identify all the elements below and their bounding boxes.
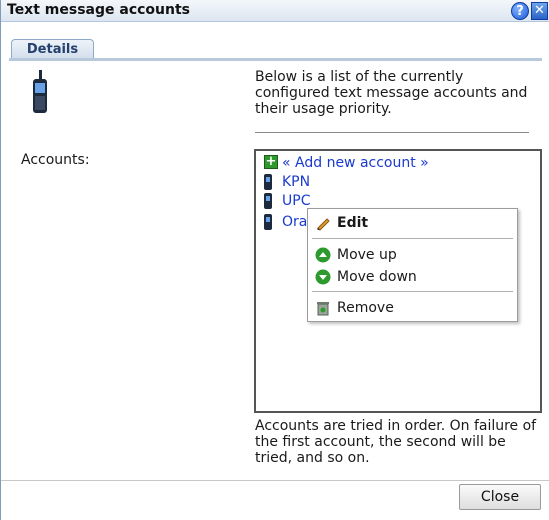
- intro-text: Below is a list of the currently configu…: [255, 69, 528, 117]
- close-icon[interactable]: ✕: [531, 2, 548, 20]
- add-new-account-link[interactable]: « Add new account »: [282, 154, 429, 172]
- order-note: Accounts are tried in order. On failure …: [255, 418, 537, 466]
- dialog-title: Text message accounts: [7, 2, 190, 18]
- account-label[interactable]: Ora: [282, 213, 307, 231]
- pencil-icon: [317, 218, 330, 231]
- close-button[interactable]: Close: [459, 484, 541, 510]
- mobile-phone-icon: [264, 214, 272, 230]
- account-label[interactable]: KPN: [282, 173, 310, 191]
- mobile-phone-icon: [264, 193, 272, 209]
- context-menu: Edit Move up Move down Remove: [307, 208, 518, 322]
- menu-separator: [312, 238, 513, 239]
- help-icon[interactable]: ?: [511, 2, 529, 20]
- divider: [255, 132, 529, 133]
- dialog-window: Text message accounts ? ✕ Details Below …: [0, 0, 549, 520]
- menu-separator: [312, 291, 513, 292]
- trash-icon: [317, 302, 329, 316]
- title-bar: Text message accounts ? ✕: [1, 0, 549, 22]
- tab-strip: [9, 58, 542, 61]
- add-icon: +: [264, 154, 278, 169]
- mobile-phone-icon: [33, 70, 47, 113]
- accounts-label: Accounts:: [21, 152, 90, 168]
- tab-bar: Details: [1, 22, 549, 62]
- mobile-phone-icon: [264, 174, 272, 190]
- arrow-up-icon: [315, 247, 331, 263]
- footer-divider: [1, 480, 549, 481]
- arrow-down-icon: [315, 269, 331, 285]
